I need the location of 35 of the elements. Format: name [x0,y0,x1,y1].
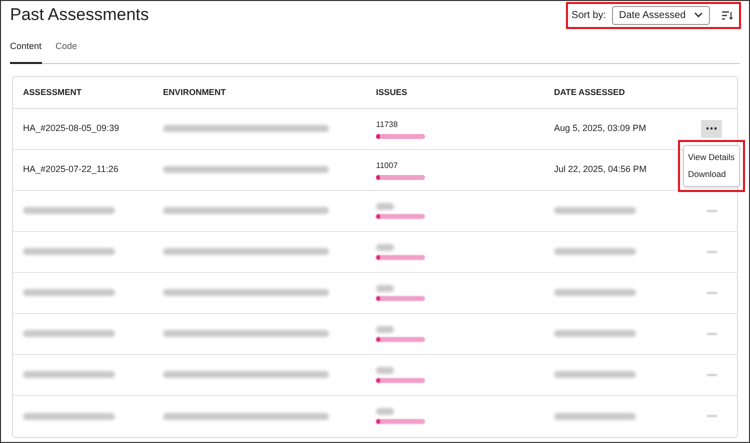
tab[interactable]: Content [10,40,42,64]
blurred-text [376,408,394,415]
sort-order-icon[interactable] [722,10,733,20]
table-cell-text: Aug 5, 2025, 03:09 PM [554,122,648,135]
issues-bar [376,134,425,138]
menu-item[interactable]: Download [684,166,739,183]
issues-bar [376,254,425,260]
issues-count: 11738 [376,118,399,130]
issues-bar [376,214,425,218]
blurred-text [376,326,394,332]
column-header: ENVIRONMENT [163,86,227,98]
blurred-text [376,284,394,292]
issues-bar [376,336,425,342]
issues-bar [376,378,425,382]
more-button[interactable] [701,120,722,138]
menu-item[interactable]: View Details [684,149,739,166]
issues-bar [376,419,425,424]
column-header: ASSESSMENT [23,86,83,98]
issues-bar [376,296,425,300]
issues-count: 11007 [376,160,399,172]
sort-label: Sort by: [572,8,606,22]
blurred-text [376,366,394,374]
blurred-text [376,202,394,210]
tab[interactable]: Code [56,40,78,64]
table-cell-text: HA_#2025-08-05_09:39 [23,122,120,135]
column-header: ISSUES [376,86,408,98]
column-header: DATE ASSESSED [554,86,626,98]
table-cell-text: Jul 22, 2025, 04:56 PM [554,162,648,176]
issues-bar [376,174,425,180]
chevron-down-icon [694,12,703,18]
more-icon [706,127,717,130]
table-cell-text: HA_#2025-07-22_11:26 [23,162,120,176]
blurred-text [376,244,394,250]
sort-dropdown[interactable]: Date Assessed [612,6,710,24]
page-title: Past Assessments [10,4,149,26]
